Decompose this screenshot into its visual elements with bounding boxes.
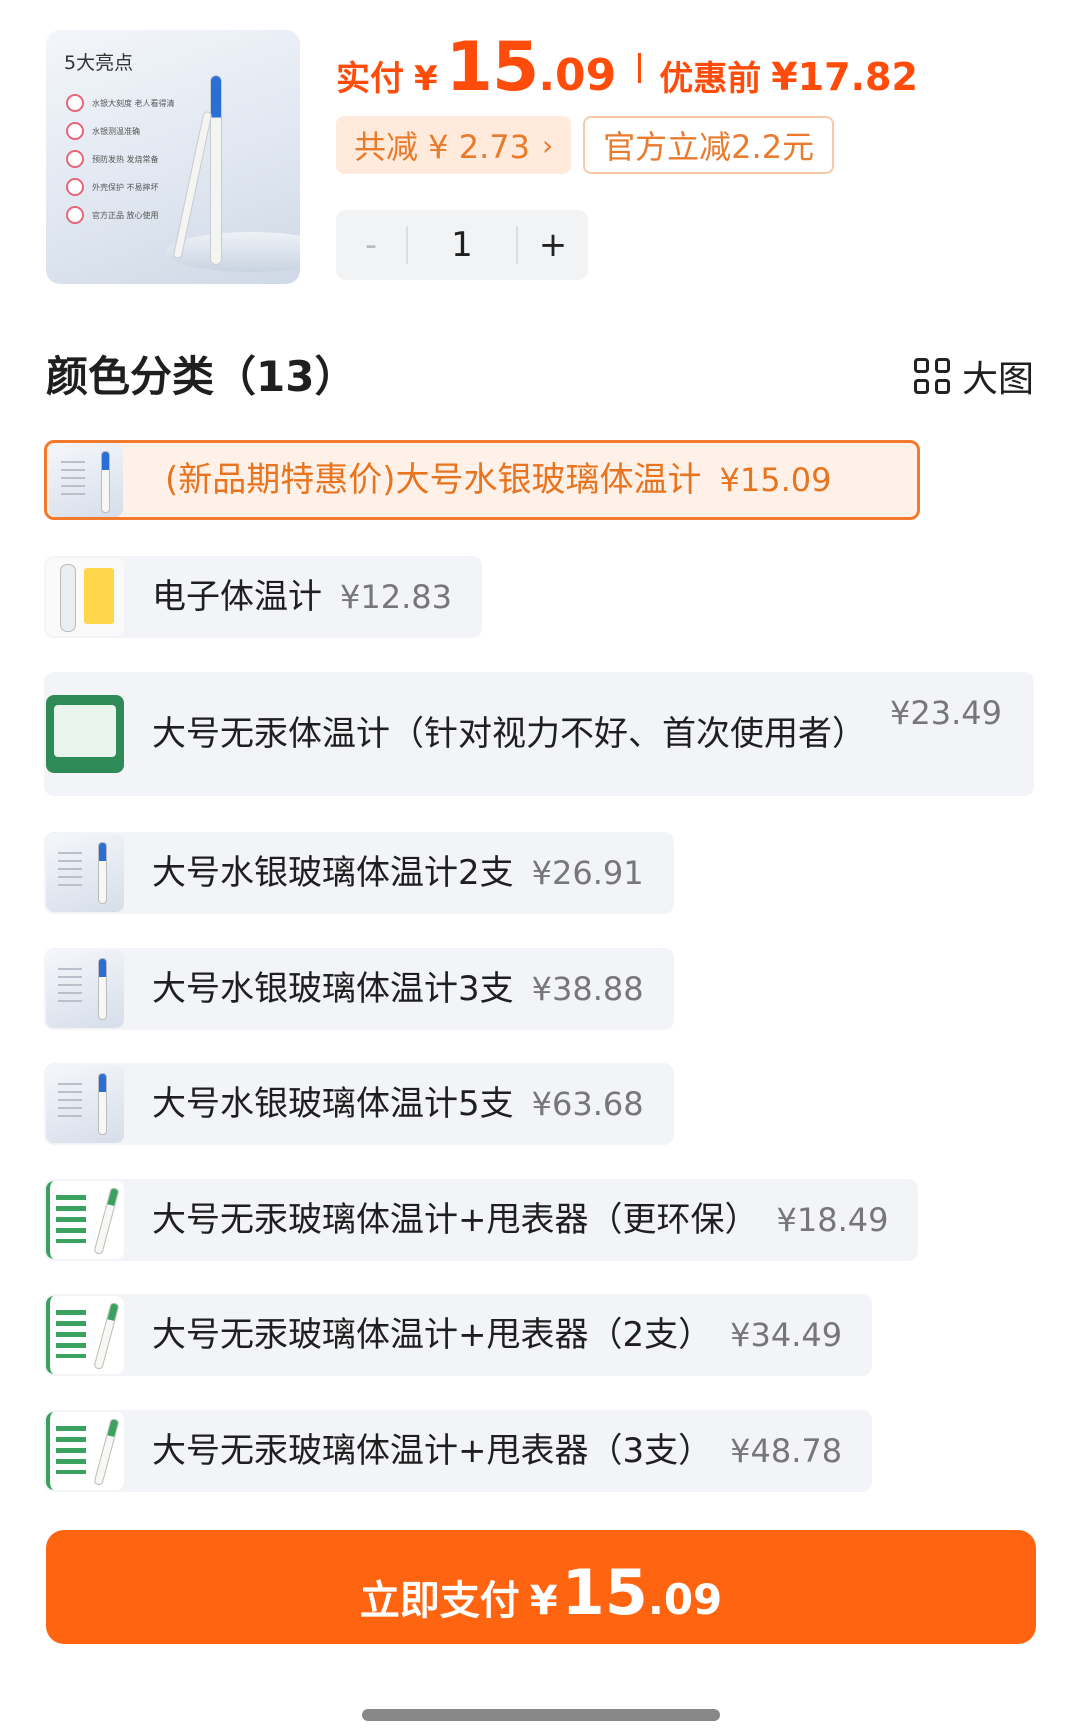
large-image-label: 大图 (961, 359, 1034, 400)
variant-option[interactable]: 大号无汞玻璃体温计+甩表器（3支） ¥48.78 (44, 1410, 873, 1492)
pay-amount-decimal: .09 (647, 1575, 723, 1624)
variant-price: ¥34.49 (730, 1316, 843, 1354)
paid-price-integer: 15 (445, 28, 540, 107)
large-image-view-toggle[interactable]: 大图 (913, 350, 1034, 402)
pay-amount-integer: 15 (561, 1556, 648, 1629)
variant-price: ¥12.83 (340, 578, 452, 616)
decrease-quantity-button[interactable]: - (336, 225, 406, 265)
variant-thumbnail (46, 558, 124, 636)
feature-icon (66, 178, 84, 196)
variant-option[interactable]: 大号无汞玻璃体温计+甩表器（更环保） ¥18.49 (44, 1179, 919, 1261)
variant-thumbnail (46, 834, 124, 912)
pay-now-button[interactable]: 立即支付 ¥ 15 .09 (46, 1530, 1036, 1644)
variant-name: (新品期特惠价)大号水银玻璃体温计 (165, 460, 702, 500)
product-feature: 水银测温准确 (66, 122, 140, 140)
variant-price: ¥48.78 (730, 1432, 843, 1470)
variant-price: ¥26.91 (531, 854, 644, 892)
variant-name: 大号水银玻璃体温计5支 (152, 1084, 514, 1124)
product-feature: 外壳保护 不易摔坏 (66, 178, 159, 196)
feature-label: 外壳保护 不易摔坏 (92, 182, 159, 192)
chevron-right-icon: › (541, 128, 554, 162)
feature-label: 水银测温准确 (92, 126, 140, 136)
price-summary: 实付 ¥ 15 .09 优惠前 ¥17.82 (336, 28, 918, 107)
variant-thumbnail (46, 1065, 124, 1143)
variant-name: 电子体温计 (152, 577, 322, 617)
thermometer-graphic (210, 75, 222, 265)
grid-view-icon (913, 358, 950, 394)
variant-section-title: 颜色分类（13） (46, 352, 357, 401)
variant-option[interactable]: (新品期特惠价)大号水银玻璃体温计 ¥15.09 (44, 440, 920, 520)
variant-price: ¥15.09 (719, 461, 832, 499)
variant-name: 大号无汞玻璃体温计+甩表器（3支） (152, 1431, 713, 1471)
before-discount-label: 优惠前 (659, 59, 762, 99)
before-discount-price: ¥17.82 (771, 55, 918, 99)
variant-name: 大号水银玻璃体温计3支 (152, 969, 514, 1009)
quantity-value[interactable]: 1 (406, 226, 518, 264)
variant-name: 大号无汞玻璃体温计+甩表器（2支） (152, 1315, 713, 1355)
total-saved-label: 共减 ¥ 2.73 (354, 128, 530, 166)
official-discount-chip: 官方立减2.2元 (583, 116, 835, 174)
product-feature: 水银大刻度 老人看得清 (66, 94, 175, 112)
variant-thumbnail (46, 695, 124, 773)
variant-name: 大号无汞玻璃体温计+甩表器（更环保） (152, 1200, 759, 1240)
variant-price: ¥38.88 (531, 970, 644, 1008)
paid-label: 实付 (336, 59, 404, 99)
feature-icon (66, 122, 84, 140)
product-feature: 官方正品 放心使用 (66, 206, 159, 224)
variant-price: ¥63.68 (531, 1085, 644, 1123)
feature-label: 预防发热 发烧常备 (92, 154, 159, 164)
pay-currency-symbol: ¥ (529, 1578, 558, 1624)
feature-label: 水银大刻度 老人看得清 (92, 98, 175, 108)
feature-icon (66, 206, 84, 224)
variant-name: 大号无汞体温计（针对视力不好、首次使用者） (152, 714, 866, 754)
variant-price: ¥23.49 (890, 694, 1002, 732)
variant-price: ¥18.49 (776, 1201, 889, 1239)
product-stand-graphic (166, 232, 300, 272)
variant-option[interactable]: 大号无汞玻璃体温计+甩表器（2支） ¥34.49 (44, 1294, 873, 1376)
variant-option[interactable]: 大号水银玻璃体温计3支 ¥38.88 (44, 948, 674, 1030)
feature-icon (66, 150, 84, 168)
variant-thumbnail (49, 443, 123, 517)
variant-thumbnail (46, 1412, 124, 1490)
increase-quantity-button[interactable]: + (518, 225, 588, 265)
variant-name: 大号水银玻璃体温计2支 (152, 853, 514, 893)
quantity-stepper: - 1 + (336, 210, 588, 280)
product-image[interactable]: 5大亮点 水银大刻度 老人看得清 水银测温准确 预防发热 发烧常备 外壳保护 不… (46, 30, 300, 284)
variant-option[interactable]: 大号无汞体温计（针对视力不好、首次使用者） ¥23.49 (44, 672, 1034, 796)
feature-label: 官方正品 放心使用 (92, 210, 159, 220)
pay-now-label: 立即支付 (359, 1578, 520, 1624)
product-feature: 预防发热 发烧常备 (66, 150, 159, 168)
product-image-title: 5大亮点 (64, 52, 134, 74)
paid-price-decimal: .09 (538, 50, 617, 101)
variant-thumbnail (46, 1296, 124, 1374)
currency-symbol: ¥ (414, 59, 438, 99)
variant-thumbnail (46, 950, 124, 1028)
home-indicator[interactable] (362, 1709, 720, 1721)
variant-option[interactable]: 大号水银玻璃体温计2支 ¥26.91 (44, 832, 674, 914)
variant-option[interactable]: 大号水银玻璃体温计5支 ¥63.68 (44, 1063, 674, 1145)
official-discount-label: 官方立减2.2元 (603, 128, 815, 166)
variant-option[interactable]: 电子体温计 ¥12.83 (44, 556, 482, 638)
price-divider (638, 52, 642, 83)
discount-chips: 共减 ¥ 2.73 › 官方立减2.2元 (336, 116, 835, 174)
feature-icon (66, 94, 84, 112)
total-saved-chip[interactable]: 共减 ¥ 2.73 › (336, 116, 572, 174)
variant-thumbnail (46, 1181, 124, 1259)
